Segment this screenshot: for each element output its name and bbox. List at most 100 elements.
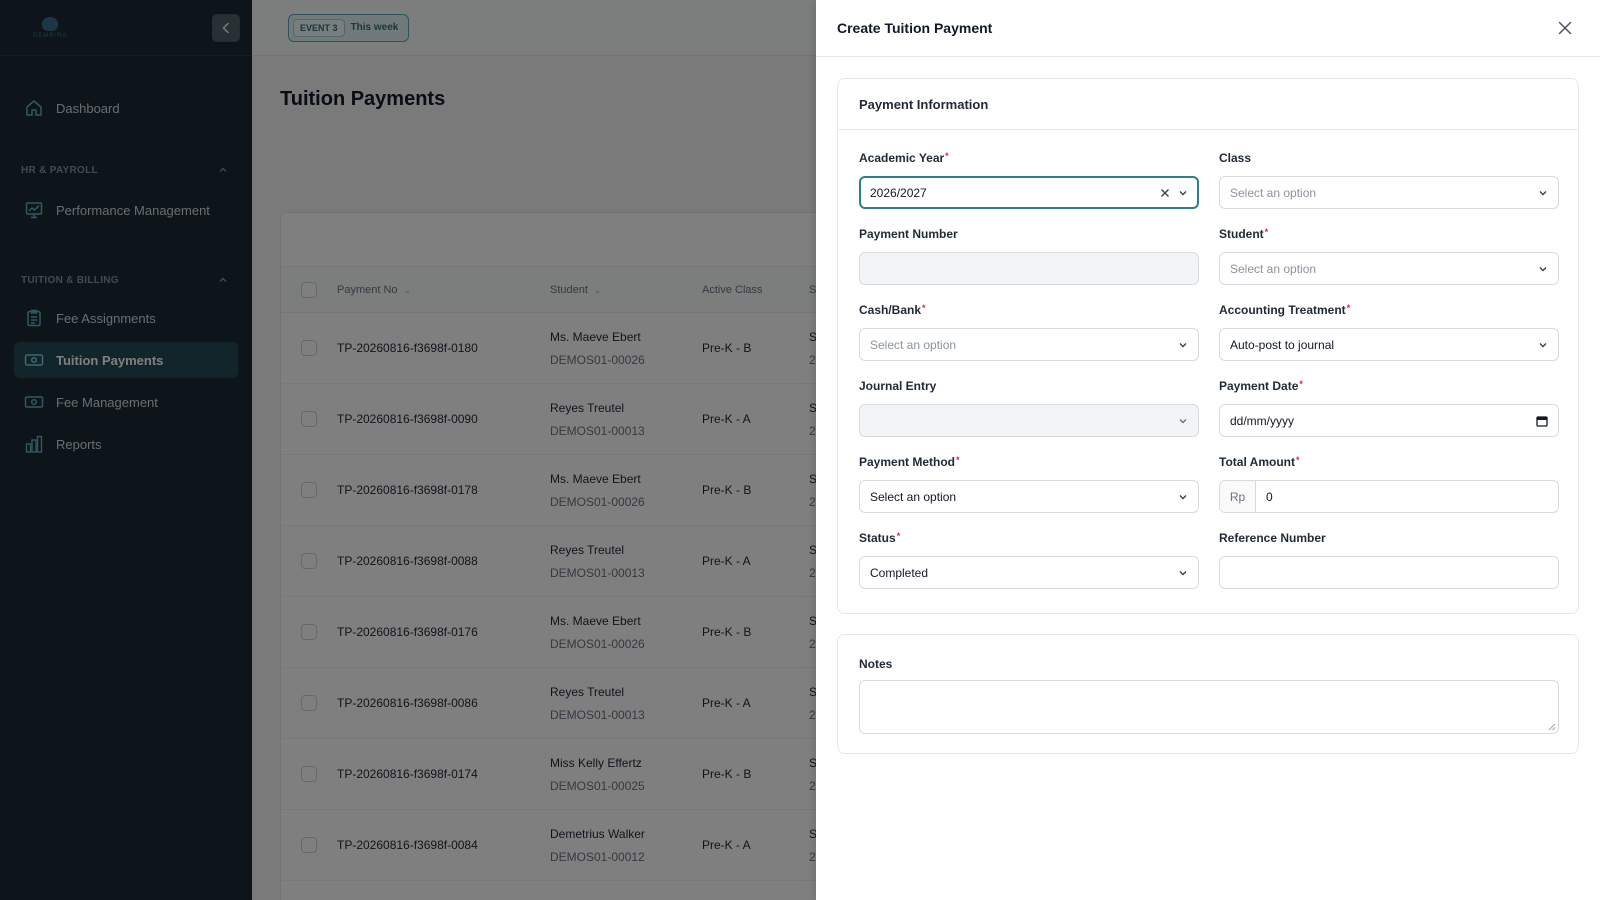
chevron-down-icon (1539, 266, 1547, 271)
chevron-down-icon (1179, 570, 1187, 575)
col-active-class: Active Class (702, 283, 763, 296)
student-name: Ms. Maeve Ebert (550, 613, 641, 628)
payment-no-cell: TP-20260816-f3698f-0088 (337, 554, 478, 568)
payment-no-cell: TP-20260816-f3698f-0090 (337, 412, 478, 426)
accounting-treatment-field: Accounting Treatment* Auto-post to journ… (1219, 303, 1559, 361)
collapse-sidebar-button[interactable] (212, 13, 240, 42)
sidebar-item-label: Reports (56, 436, 102, 452)
active-class-cell: Pre-K - B (702, 767, 752, 781)
banknote-icon (24, 350, 44, 370)
payment-no-cell: TP-20260816-f3698f-0174 (337, 767, 478, 781)
student-cell: Ms. Maeve Ebert DEMOS01-00026 (550, 614, 702, 651)
table-row[interactable]: TP-20260816-f3698f-0178 Ms. Maeve Ebert … (281, 455, 817, 526)
table-row[interactable]: TP-20260816-f3698f-0084 Demetrius Walker… (281, 810, 817, 881)
student-id: DEMOS01-00026 (550, 636, 645, 651)
table-row[interactable]: TP-20260816-f3698f-0088 Reyes Treutel DE… (281, 526, 817, 597)
resize-handle-icon[interactable] (1548, 723, 1556, 731)
sidebar-item-label: Fee Assignments (56, 310, 156, 326)
row-checkbox[interactable] (301, 837, 317, 853)
active-class-cell: Pre-K - B (702, 341, 752, 355)
table-row[interactable]: TP-20260816-f3698f-0086 Reyes Treutel DE… (281, 668, 817, 739)
class-field: Class Select an option (1219, 151, 1559, 209)
presentation-chart-icon (24, 200, 44, 220)
section-tuition-billing[interactable]: TUITION & BILLING (0, 270, 252, 290)
col-student[interactable]: Student ⌄ (550, 284, 702, 296)
sidebar-item-fee-assignments[interactable]: Fee Assignments (14, 300, 238, 336)
select-value: Select an option (870, 489, 957, 504)
row-checkbox[interactable] (301, 340, 317, 356)
total-amount-input[interactable]: Rp 0 (1219, 480, 1559, 513)
main-content: EVENT 3 This week Tuition Payments Payme… (252, 0, 817, 900)
clear-icon[interactable] (1160, 188, 1170, 198)
table-row[interactable]: TP-20260816-f3698f-0180 Ms. Maeve Ebert … (281, 313, 817, 384)
student-name: Ms. Maeve Ebert (550, 471, 641, 486)
active-class-cell: Pre-K - A (702, 412, 751, 426)
chevron-down-icon (1179, 418, 1187, 423)
event-filter-chip[interactable]: EVENT 3 This week (288, 13, 410, 42)
table-row[interactable]: TP-20260816-f3698f-0090 Reyes Treutel DE… (281, 384, 817, 455)
field-label: Accounting Treatment* (1219, 303, 1351, 317)
student-id: DEMOS01-00013 (550, 423, 645, 438)
row-checkbox[interactable] (301, 766, 317, 782)
row-checkbox[interactable] (301, 482, 317, 498)
row-checkbox[interactable] (301, 411, 317, 427)
academic-year-select[interactable]: 2026/2027 (859, 176, 1199, 209)
class-select[interactable]: Select an option (1219, 176, 1559, 209)
table-row[interactable]: TP-20260816-f3698f-0174 Miss Kelly Effer… (281, 739, 817, 810)
student-id: DEMOS01-00025 (550, 778, 645, 793)
payment-number-input[interactable] (859, 252, 1199, 285)
student-id: DEMOS01-00013 (550, 565, 645, 580)
reference-number-field: Reference Number (1219, 531, 1559, 589)
field-label: Class (1219, 151, 1252, 165)
cash-bank-select[interactable]: Select an option (859, 328, 1199, 361)
row-checkbox[interactable] (301, 624, 317, 640)
field-label: Payment Number (859, 227, 958, 241)
sidebar-item-performance[interactable]: Performance Management (14, 192, 238, 228)
select-all-checkbox[interactable] (301, 281, 317, 298)
chevron-down-icon (1539, 190, 1547, 195)
sidebar-item-label: Dashboard (56, 100, 120, 116)
section-hr-payroll[interactable]: HR & PAYROLL (0, 160, 252, 180)
select-value: Auto-post to journal (1230, 337, 1335, 352)
payment-no-cell: TP-20260816-f3698f-0178 (337, 483, 478, 497)
close-drawer-button[interactable] (1554, 17, 1576, 39)
table-toolbar (281, 213, 817, 267)
journal-entry-select[interactable] (859, 404, 1199, 437)
app-logo[interactable]: GEMBIRA (30, 13, 70, 43)
payment-no-cell: TP-20260816-f3698f-0086 (337, 696, 478, 710)
col-payment-no[interactable]: Payment No ⌄ (337, 284, 550, 296)
student-cell: Reyes Treutel DEMOS01-00013 (550, 401, 702, 438)
payment-information-section: Payment Information Academic Year* 2026/… (837, 78, 1579, 614)
sidebar-item-fee-management[interactable]: Fee Management (14, 384, 238, 420)
sidebar-item-reports[interactable]: Reports (14, 426, 238, 462)
calendar-icon[interactable] (1536, 415, 1548, 427)
sidebar-item-label: Fee Management (56, 394, 158, 410)
payments-table: Payment No ⌄ Student ⌄ Active Class S TP-2… (280, 212, 817, 900)
reference-number-input[interactable] (1219, 556, 1559, 589)
bar-chart-icon (24, 434, 44, 454)
payment-date-field: Payment Date* dd/mm/yyyy (1219, 379, 1559, 437)
row-checkbox[interactable] (301, 695, 317, 711)
student-id: DEMOS01-00026 (550, 494, 645, 509)
field-label: Cash/Bank* (859, 303, 926, 317)
student-name: Reyes Treutel (550, 684, 625, 699)
notes-textarea[interactable] (859, 680, 1559, 734)
student-cell: Ms. Maeve Ebert DEMOS01-00026 (550, 472, 702, 509)
row-checkbox[interactable] (301, 553, 317, 569)
accounting-treatment-select[interactable]: Auto-post to journal (1219, 328, 1559, 361)
student-cell: Demetrius Walker DEMOS01-00012 (550, 827, 702, 864)
student-cell: Reyes Treutel DEMOS01-00013 (550, 543, 702, 580)
cash-bank-field: Cash/Bank* Select an option (859, 303, 1199, 361)
student-cell: Reyes Treutel DEMOS01-00013 (550, 685, 702, 722)
academic-year-field: Academic Year* 2026/2027 (859, 151, 1199, 209)
section-label: HR & PAYROLL (21, 164, 98, 176)
student-select[interactable]: Select an option (1219, 252, 1559, 285)
student-cell: Miss Kelly Effertz DEMOS01-00025 (550, 756, 702, 793)
status-select[interactable]: Completed (859, 556, 1199, 589)
chevron-up-icon (219, 277, 227, 282)
sidebar-item-tuition-payments[interactable]: Tuition Payments (14, 342, 238, 378)
table-row[interactable]: TP-20260816-f3698f-0176 Ms. Maeve Ebert … (281, 597, 817, 668)
payment-date-input[interactable]: dd/mm/yyyy (1219, 404, 1559, 437)
sidebar-item-dashboard[interactable]: Dashboard (14, 90, 238, 126)
payment-method-select[interactable]: Select an option (859, 480, 1199, 513)
